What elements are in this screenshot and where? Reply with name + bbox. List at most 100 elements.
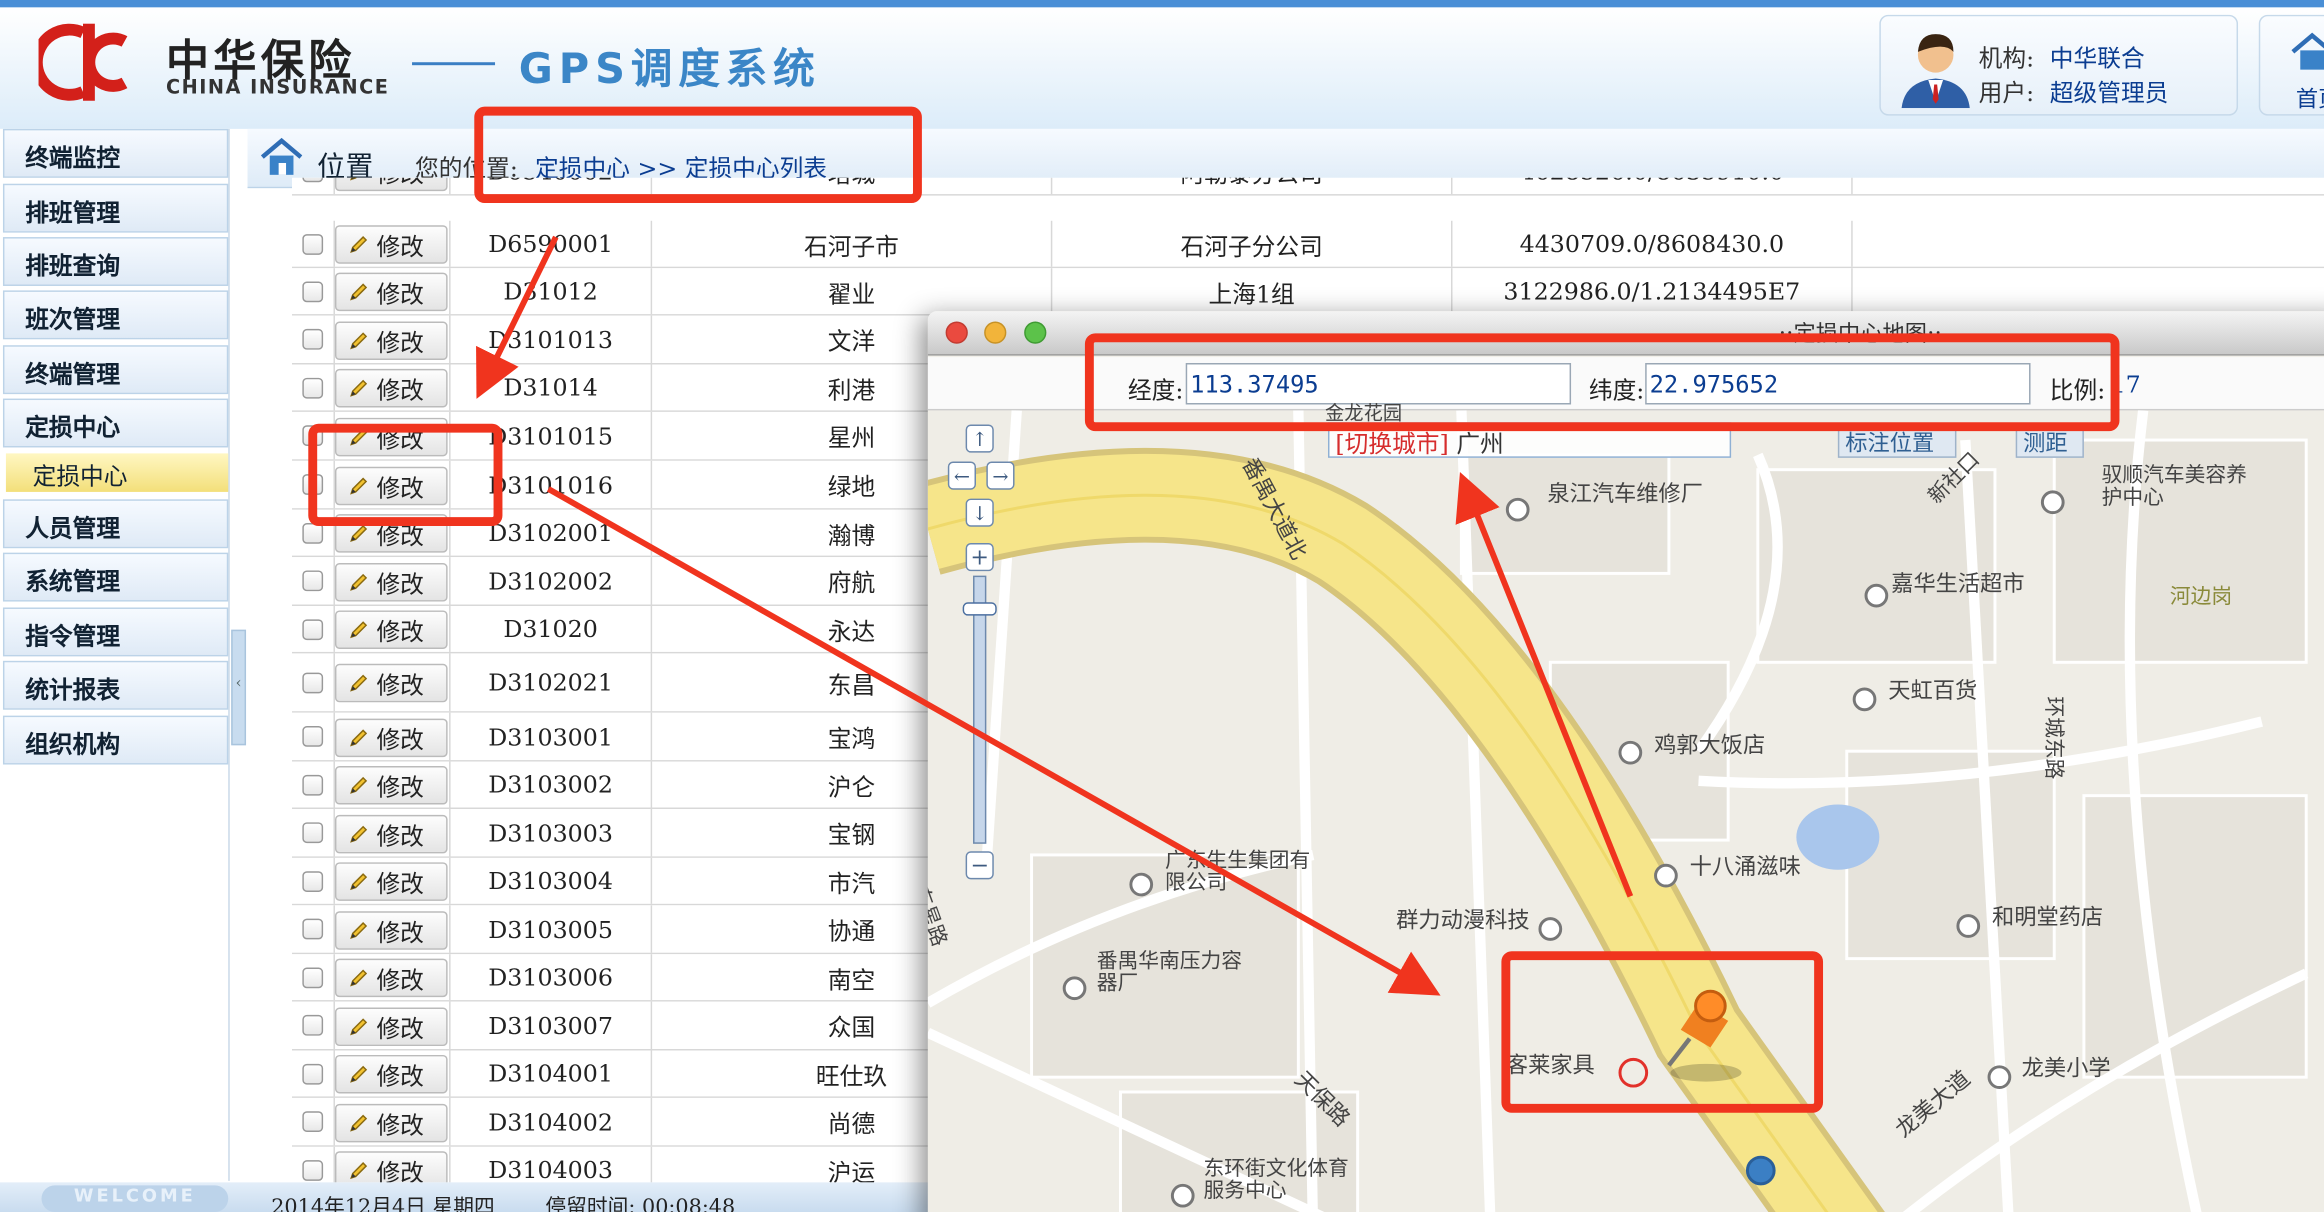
user-info-panel: 机构: 中华联合 用户: 超级管理员 <box>1879 14 2239 116</box>
edit-button-label: 修改 <box>376 1062 424 1091</box>
map-window-titlebar[interactable] <box>927 311 2324 356</box>
edit-button[interactable]: 修改 <box>334 1007 448 1047</box>
table-row: D6540002塔城阿勒泰分公司4628526.0/8635910.0 修改 <box>291 177 2324 196</box>
home-icon <box>2291 32 2324 70</box>
edit-button-label: 修改 <box>376 726 424 755</box>
row-checkbox[interactable] <box>302 918 324 940</box>
row-checkbox[interactable] <box>302 328 324 350</box>
edit-button-label: 修改 <box>376 671 424 700</box>
edit-button[interactable]: 修改 <box>334 272 448 312</box>
row-select-cell <box>292 954 335 1001</box>
app-window: 中华保险 CHINA INSURANCE GPS调度系统 机构: 中华联合 用户… <box>0 0 2324 1212</box>
map-poi-label: 金龙花园 <box>1325 403 1403 426</box>
row-checkbox[interactable] <box>302 522 324 544</box>
edit-button[interactable]: 修改 <box>334 663 448 703</box>
scale-label: 比例: <box>2049 376 2106 405</box>
edit-button[interactable]: 修改 <box>334 1151 448 1183</box>
cell-coords: 3122986.0/1.2134495E7 <box>1452 268 1853 315</box>
row-checkbox[interactable] <box>302 822 324 844</box>
sidebar-item-3[interactable]: 班次管理 <box>2 290 229 340</box>
row-checkbox[interactable] <box>302 280 324 302</box>
longitude-label: 经度: <box>1127 376 1184 405</box>
edit-button[interactable]: 修改 <box>334 1054 448 1094</box>
sidebar-item-2[interactable]: 排班查询 <box>2 237 229 286</box>
edit-button[interactable]: 修改 <box>334 862 448 901</box>
window-minimize-button[interactable] <box>984 321 1007 344</box>
edit-button[interactable]: 修改 <box>334 514 448 553</box>
map-poi-label: 嘉华生活超市 <box>1891 570 2025 598</box>
edit-button[interactable]: 修改 <box>334 766 448 805</box>
row-checkbox[interactable] <box>302 233 324 255</box>
sidebar-item-4[interactable]: 终端管理 <box>2 345 229 395</box>
edit-button[interactable]: 修改 <box>334 177 448 192</box>
row-checkbox[interactable] <box>302 474 324 495</box>
row-checkbox[interactable] <box>302 966 324 988</box>
row-checkbox[interactable] <box>302 377 324 398</box>
sidebar-item-7[interactable]: 人员管理 <box>2 499 229 549</box>
cell-code: D3103002 <box>451 761 653 808</box>
edit-button-label: 修改 <box>376 521 424 550</box>
sidebar-item-11[interactable]: 组织机构 <box>2 715 229 765</box>
measure-button[interactable]: 测距 <box>2015 425 2084 458</box>
row-checkbox[interactable] <box>302 1014 324 1036</box>
latitude-field[interactable] <box>1645 363 2031 405</box>
edit-button[interactable]: 修改 <box>334 417 448 457</box>
sidebar-item-8[interactable]: 系统管理 <box>2 552 229 602</box>
pencil-icon <box>350 729 368 747</box>
edit-button[interactable]: 修改 <box>334 610 448 649</box>
city-switcher[interactable]: [切换城市] 广州 <box>1327 422 1732 458</box>
edit-button[interactable]: 修改 <box>334 814 448 854</box>
city-switch-link[interactable]: [切换城市] <box>1335 430 1448 458</box>
edit-button[interactable]: 修改 <box>334 958 448 998</box>
sidebar-subitem-dingsun-center[interactable]: 定损中心 <box>5 453 229 492</box>
window-zoom-button[interactable] <box>1024 321 1047 344</box>
edit-button[interactable]: 修改 <box>334 321 448 361</box>
map-poi-label: 鸡郭大饭店 <box>1654 731 1766 759</box>
sidebar-item-5[interactable]: 定损中心 <box>2 398 229 448</box>
company-logo-icon <box>38 23 128 101</box>
sidebar-item-0[interactable]: 终端监控 <box>2 128 229 178</box>
row-checkbox[interactable] <box>302 726 324 747</box>
edit-button[interactable]: 修改 <box>334 1103 448 1143</box>
row-select-cell <box>292 1097 335 1146</box>
edit-button-label: 修改 <box>376 617 424 647</box>
row-checkbox[interactable] <box>302 1159 324 1181</box>
row-checkbox[interactable] <box>302 618 324 640</box>
cell-code: D31020 <box>451 605 653 652</box>
mark-position-button[interactable]: 标注位置 <box>1837 425 1957 458</box>
edit-button[interactable]: 修改 <box>334 225 448 264</box>
edit-button[interactable]: 修改 <box>334 368 448 408</box>
row-checkbox[interactable] <box>302 1063 324 1084</box>
edit-button[interactable]: 修改 <box>334 911 448 950</box>
row-checkbox[interactable] <box>302 774 324 795</box>
row-checkbox[interactable] <box>302 177 324 182</box>
row-checkbox[interactable] <box>302 870 324 892</box>
cell-coords: 4430709.0/8608430.0 <box>1452 220 1853 267</box>
pencil-icon <box>350 524 368 542</box>
row-checkbox[interactable] <box>302 1111 324 1132</box>
cell-empty <box>1853 268 2324 314</box>
cell-code: D3102001 <box>451 509 653 556</box>
cell-code: D3101013 <box>451 315 653 364</box>
svg-text:↑: ↑ <box>972 428 988 451</box>
sidebar-item-1[interactable]: 排班管理 <box>2 183 229 233</box>
edit-button[interactable]: 修改 <box>334 718 448 758</box>
sidebar-collapse-handle[interactable]: ‹ <box>231 629 247 746</box>
sidebar-item-9[interactable]: 指令管理 <box>2 607 229 657</box>
pencil-icon <box>350 236 368 254</box>
cell-code: D3103001 <box>451 712 653 761</box>
row-checkbox[interactable] <box>302 671 324 693</box>
map-poi-label: 环城东路 <box>2040 696 2065 780</box>
map-canvas[interactable]: ↑ ← → ↓ + − <box>927 410 2324 1212</box>
pencil-icon <box>350 177 357 181</box>
sidebar-item-10[interactable]: 统计报表 <box>2 660 229 710</box>
cell-company: 上海1组 <box>1052 268 1453 315</box>
edit-button-label: 修改 <box>376 869 424 898</box>
window-close-button[interactable] <box>945 321 968 344</box>
edit-button[interactable]: 修改 <box>334 466 448 506</box>
home-button[interactable]: 首页 <box>2258 14 2324 116</box>
row-checkbox[interactable] <box>302 425 324 446</box>
edit-button-label: 修改 <box>376 425 424 454</box>
row-checkbox[interactable] <box>302 570 324 592</box>
edit-button[interactable]: 修改 <box>334 563 448 602</box>
